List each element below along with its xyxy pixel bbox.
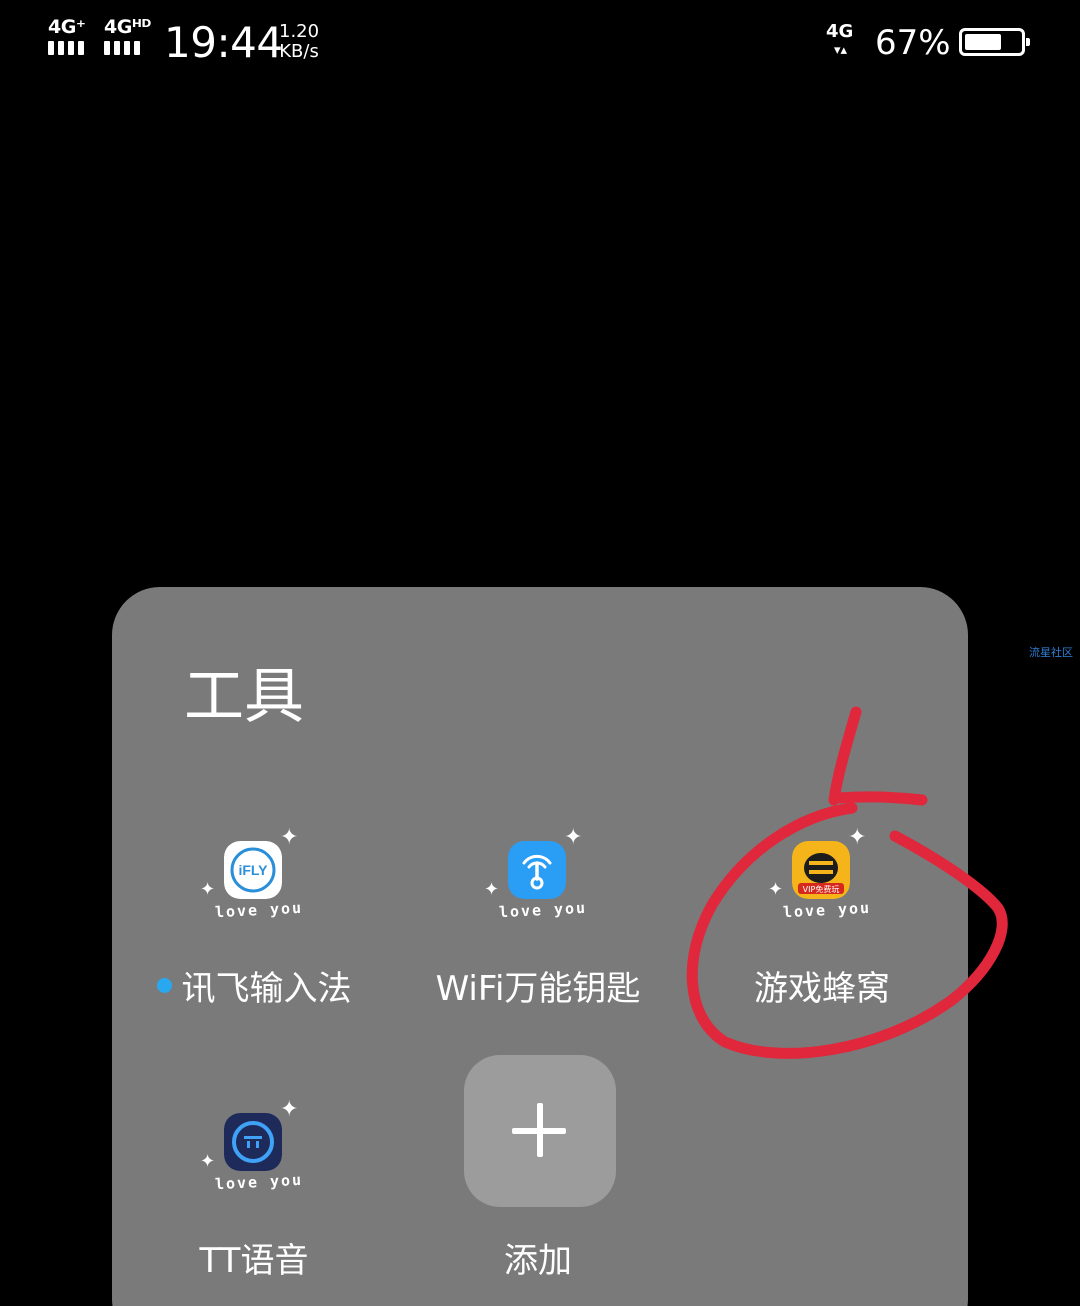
phone-screen: 4G⁺ 4Gᴴᴰ 19:44 1.20 KB/s 4G ▾▴ 67% 工具 iF…: [0, 0, 1080, 1306]
folder-title: 工具: [184, 662, 304, 732]
app-label-text: WiFi万能钥匙: [435, 969, 641, 1009]
mobile-data-network-type: 4G: [826, 21, 854, 42]
app-tile-ifly-input[interactable]: iFLY ✦ ✦ love you 讯飞输入法: [112, 827, 396, 1057]
sparkle-icon: ✦: [848, 825, 867, 850]
sim1-signal: 4G⁺: [48, 18, 98, 60]
sparkle-icon: ✦: [280, 825, 299, 850]
add-label: 添加: [504, 1241, 572, 1281]
sparkle-icon: ✦: [484, 879, 500, 900]
app-tile-game-hive[interactable]: VIP免费玩 ✦ ✦ love you 游戏蜂窝: [680, 827, 964, 1057]
battery-icon: [959, 28, 1030, 56]
new-app-dot-icon: [156, 978, 172, 993]
sim2-signal-bars-icon: [104, 41, 140, 55]
app-icon-container: ✦ ✦ love you: [200, 1097, 314, 1199]
icon-overlay-text: love you: [782, 898, 872, 922]
app-label: 讯飞输入法: [112, 967, 396, 1011]
plus-icon-vertical: [537, 1103, 543, 1157]
network-speed-value: 1.20: [279, 21, 320, 42]
game-hive-icon: VIP免费玩: [792, 841, 850, 899]
app-icon-container: iFLY ✦ ✦ love you: [200, 825, 314, 927]
app-icon-container: VIP免费玩 ✦ ✦ love you: [768, 825, 882, 927]
sparkle-icon: ✦: [280, 1097, 299, 1122]
icon-overlay-text: love you: [498, 898, 588, 922]
app-label-text: 讯飞输入法: [181, 969, 352, 1009]
wifi-key-icon: [508, 841, 566, 899]
app-label-text: 游戏蜂窝: [754, 969, 890, 1009]
sim2-network-type: 4Gᴴᴰ: [104, 16, 151, 38]
sparkle-icon: ✦: [200, 879, 216, 900]
battery-percent: 67%: [875, 23, 951, 63]
sparkle-icon: ✦: [200, 1151, 216, 1172]
mobile-data-indicator: 4G ▾▴: [826, 23, 866, 63]
icon-overlay-text: love you: [214, 1170, 304, 1194]
app-label-text: TT语音: [199, 1241, 309, 1281]
tt-voice-icon: [224, 1113, 282, 1171]
sim1-network-type: 4G⁺: [48, 16, 86, 38]
ifly-icon-text: iFLY: [238, 862, 268, 878]
network-speed-unit: KB/s: [279, 41, 319, 62]
sparkle-icon: ✦: [564, 825, 583, 850]
data-activity-arrows-icon: ▾▴: [834, 43, 848, 58]
battery-terminal: [1026, 38, 1030, 46]
app-tile-tt-voice[interactable]: ✦ ✦ love you TT语音: [112, 1099, 396, 1306]
app-icon-container: ✦ ✦ love you: [484, 825, 598, 927]
network-speed: 1.20 KB/s: [279, 23, 319, 63]
sparkle-icon: ✦: [768, 879, 784, 900]
status-bar: 4G⁺ 4Gᴴᴰ 19:44 1.20 KB/s 4G ▾▴ 67%: [0, 0, 1080, 90]
sim2-signal: 4Gᴴᴰ: [104, 18, 154, 60]
battery-level-fill: [965, 34, 1001, 50]
ifly-icon: iFLY: [224, 841, 282, 899]
clock: 19:44: [164, 18, 283, 67]
sim1-signal-bars-icon: [48, 41, 84, 55]
folder-panel: 工具 iFLY ✦ ✦ love you 讯飞输入法 ✦ ✦ love you …: [112, 587, 968, 1306]
add-app-button[interactable]: [464, 1055, 616, 1207]
icon-overlay-text: love you: [214, 898, 304, 922]
game-hive-badge-text: VIP免费玩: [803, 884, 840, 894]
app-tile-wifi-key[interactable]: ✦ ✦ love you WiFi万能钥匙: [396, 827, 680, 1057]
watermark: 流星社区: [1029, 646, 1073, 659]
